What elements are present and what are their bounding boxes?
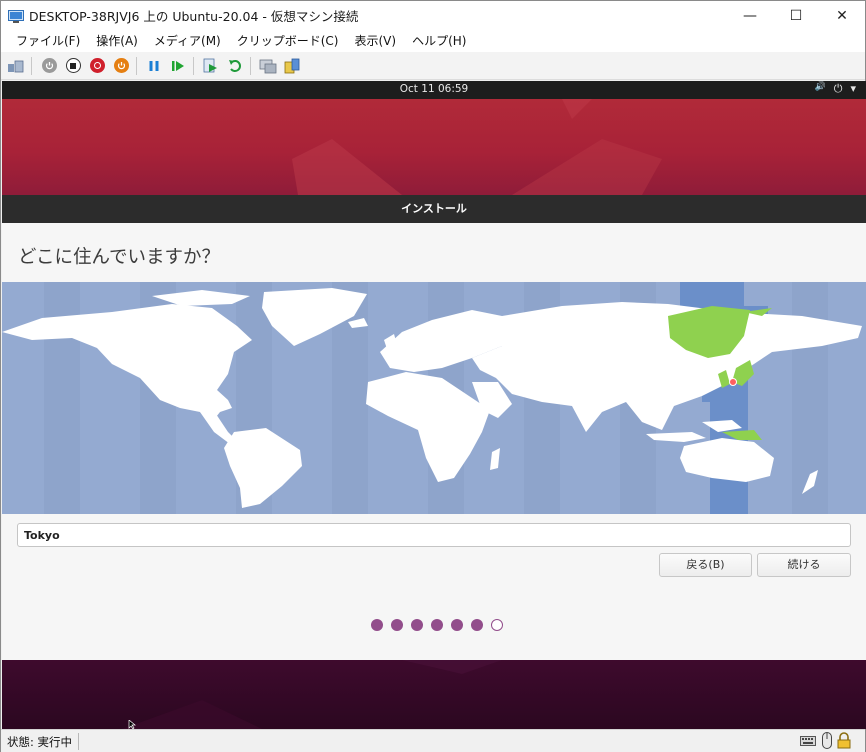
gnome-top-bar: Oct 11 06:59 🔊 ⏻ ▾ xyxy=(2,81,866,99)
menu-view[interactable]: 表示(V) xyxy=(347,30,405,52)
installer-header: インストール xyxy=(2,195,866,223)
menu-arrow-icon: ▾ xyxy=(850,82,856,95)
vm-connection-app-icon xyxy=(8,9,24,23)
system-tray[interactable]: 🔊 ⏻ ▾ xyxy=(815,82,856,96)
lock-icon[interactable] xyxy=(837,732,851,752)
wallpaper-bottom-graphic xyxy=(122,660,502,729)
share-icon[interactable] xyxy=(281,55,303,77)
keyboard-icon[interactable] xyxy=(800,734,816,750)
toolbar-separator xyxy=(193,56,194,75)
clock[interactable]: Oct 11 06:59 xyxy=(2,83,866,95)
maximize-button[interactable]: ☐ xyxy=(773,1,819,30)
world-map-graphic xyxy=(2,282,862,514)
revert-icon[interactable] xyxy=(224,55,246,77)
toolbar-separator xyxy=(31,56,32,75)
pause-icon[interactable] xyxy=(143,55,165,77)
menu-file[interactable]: ファイル(F) xyxy=(8,30,88,52)
toolbar-separator xyxy=(136,56,137,75)
menu-media[interactable]: メディア(M) xyxy=(146,30,229,52)
vm-connection-window: DESKTOP-38RJVJ6 上の Ubuntu-20.04 - 仮想マシン接… xyxy=(0,0,866,752)
page-title: どこに住んでいますか？ xyxy=(18,247,221,268)
desktop-wallpaper-bottom xyxy=(2,660,866,729)
installer-window: どこに住んでいますか？ Tokyo 戻る(B) 続ける xyxy=(2,223,866,660)
menu-bar: ファイル(F) 操作(A) メディア(M) クリップボード(C) 表示(V) ヘ… xyxy=(1,30,865,52)
status-separator xyxy=(78,733,79,750)
ctrl-alt-del-icon[interactable] xyxy=(5,55,27,77)
progress-dot-done xyxy=(391,619,403,631)
menu-clipboard[interactable]: クリップボード(C) xyxy=(229,30,347,52)
checkpoint-icon[interactable] xyxy=(200,55,222,77)
desktop-wallpaper xyxy=(2,99,866,195)
timezone-map[interactable] xyxy=(2,282,866,514)
progress-dot-done xyxy=(431,619,443,631)
back-button[interactable]: 戻る(B) xyxy=(659,553,752,577)
progress-dot-done xyxy=(371,619,383,631)
wallpaper-graphic xyxy=(292,99,662,195)
menu-action[interactable]: 操作(A) xyxy=(88,30,146,52)
progress-dot-done xyxy=(411,619,423,631)
progress-indicator xyxy=(2,619,866,631)
status-text: 状態: 実行中 xyxy=(7,735,73,749)
mouse-icon[interactable] xyxy=(822,732,832,752)
reset-icon[interactable] xyxy=(167,55,189,77)
continue-button[interactable]: 続ける xyxy=(757,553,851,577)
toolbar xyxy=(1,52,865,80)
mouse-cursor-icon xyxy=(128,720,136,729)
start-icon[interactable] xyxy=(38,55,60,77)
progress-dot-done xyxy=(471,619,483,631)
menu-help[interactable]: ヘルプ(H) xyxy=(404,30,474,52)
enhanced-session-icon[interactable] xyxy=(257,55,279,77)
window-title: DESKTOP-38RJVJ6 上の Ubuntu-20.04 - 仮想マシン接… xyxy=(29,9,359,24)
close-button[interactable]: ✕ xyxy=(819,1,865,30)
power-icon: ⏻ xyxy=(833,82,843,95)
title-bar[interactable]: DESKTOP-38RJVJ6 上の Ubuntu-20.04 - 仮想マシン接… xyxy=(1,1,865,30)
shutdown-icon[interactable] xyxy=(86,55,108,77)
tokyo-location-marker xyxy=(729,378,737,386)
progress-dot-current xyxy=(491,619,503,631)
timezone-input[interactable] xyxy=(17,523,851,547)
volume-icon: 🔊 xyxy=(814,82,826,92)
status-bar: 状態: 実行中 xyxy=(1,729,865,752)
minimize-button[interactable]: — xyxy=(727,1,773,30)
turn-off-icon[interactable] xyxy=(62,55,84,77)
progress-dot-done xyxy=(451,619,463,631)
toolbar-separator xyxy=(250,56,251,75)
save-icon[interactable] xyxy=(110,55,132,77)
vm-display[interactable]: Oct 11 06:59 🔊 ⏻ ▾ インストール どこに住んでいますか？ To… xyxy=(2,81,866,729)
